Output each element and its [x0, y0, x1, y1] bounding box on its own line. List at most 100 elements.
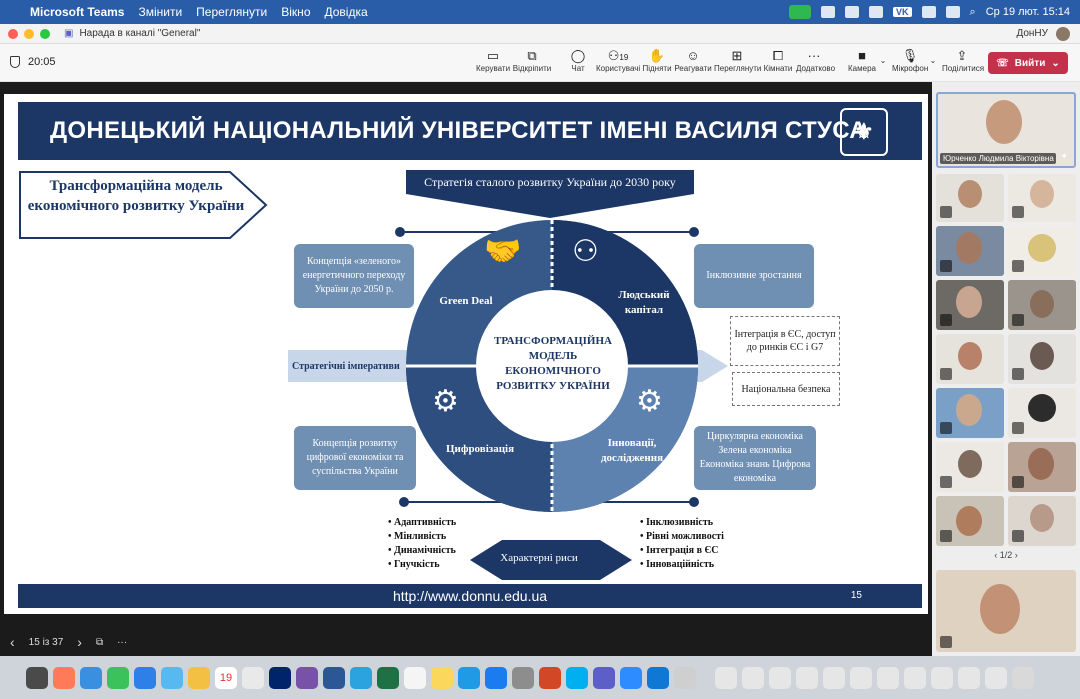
camera-options-icon[interactable]: ⌄ — [878, 56, 888, 65]
pin-icon[interactable]: ✦ — [1060, 151, 1068, 162]
view-button[interactable]: ⊞ Переглянути — [714, 48, 761, 73]
battery-icon[interactable] — [921, 6, 936, 18]
search-icon[interactable]: ⌕ — [970, 6, 976, 19]
wifi-icon[interactable] — [945, 6, 960, 18]
mic-button[interactable]: 🎙 Мікрофон — [892, 48, 928, 73]
unpin-button[interactable]: ⧉ Відкріпити — [512, 48, 552, 73]
zoom-icon[interactable] — [620, 666, 642, 689]
status-icon[interactable] — [869, 6, 884, 18]
participant-tile[interactable] — [936, 174, 1004, 222]
chrome-icon[interactable] — [242, 666, 264, 689]
status-icon[interactable] — [821, 6, 836, 18]
photoshop-icon[interactable] — [269, 666, 291, 689]
leave-button[interactable]: ☏ Вийти ⌄ — [988, 52, 1068, 74]
powerpoint-icon[interactable] — [539, 666, 561, 689]
telegram-icon[interactable] — [350, 666, 372, 689]
menu-help[interactable]: Довідка — [325, 5, 368, 19]
avatar[interactable] — [1056, 26, 1070, 41]
trash-icon[interactable] — [1012, 666, 1034, 689]
window-thumbnail[interactable] — [823, 666, 845, 689]
mic-options-icon[interactable]: ⌄ — [928, 56, 938, 65]
maps-icon[interactable] — [161, 666, 183, 689]
participant-tile[interactable] — [1008, 442, 1076, 492]
minimize-window-button[interactable] — [24, 28, 34, 39]
messages-icon[interactable] — [107, 666, 129, 689]
participant-tile[interactable] — [936, 226, 1004, 276]
freeform-icon[interactable] — [458, 666, 480, 689]
mic-off-icon — [940, 260, 952, 272]
rooms-button[interactable]: ⧠ Кімнати — [762, 48, 794, 73]
participant-tile[interactable] — [936, 280, 1004, 330]
next-page-icon[interactable]: › — [1015, 550, 1018, 560]
participant-tile[interactable] — [1008, 280, 1076, 330]
viber-icon[interactable] — [296, 666, 318, 689]
participant-tile[interactable] — [936, 442, 1004, 492]
launchpad-icon[interactable] — [53, 666, 75, 689]
mail-icon[interactable] — [134, 666, 156, 689]
participant-tile[interactable] — [936, 388, 1004, 438]
window-thumbnail[interactable] — [904, 666, 926, 689]
preview-icon[interactable] — [674, 666, 696, 689]
share-button[interactable]: ⇪ Поділитися — [942, 48, 984, 73]
raise-hand-button[interactable]: ✋ Підняти — [642, 48, 672, 73]
participant-tile[interactable] — [1008, 334, 1076, 384]
chat-button[interactable]: ◯ Чат — [566, 48, 590, 73]
reminders-icon[interactable] — [404, 666, 426, 689]
menu-edit[interactable]: Змінити — [138, 5, 182, 19]
previous-slide-icon[interactable]: ‹ — [10, 634, 15, 650]
button-label: Додатково — [796, 64, 836, 73]
outlook-icon[interactable] — [647, 666, 669, 689]
word-icon[interactable] — [323, 666, 345, 689]
participant-tile[interactable] — [936, 496, 1004, 546]
window-thumbnail[interactable] — [796, 666, 818, 689]
window-thumbnail[interactable] — [958, 666, 980, 689]
zoom-window-button[interactable] — [40, 28, 50, 39]
list-item: Інклюзивність — [640, 516, 724, 530]
featured-participant-tile[interactable]: Юрченко Людмила Вікторівна ✦ — [936, 92, 1076, 168]
window-thumbnail[interactable] — [850, 666, 872, 689]
people-button[interactable]: ⚇19 Користувачі — [596, 48, 640, 73]
window-thumbnail[interactable] — [877, 666, 899, 689]
camera-status-icon[interactable] — [789, 5, 812, 19]
close-window-button[interactable] — [8, 28, 18, 39]
button-label: Реагувати — [674, 64, 712, 73]
camera-button[interactable]: ■ Камера — [846, 48, 878, 73]
participant-tile[interactable] — [1008, 226, 1076, 276]
participant-tile[interactable] — [1008, 174, 1076, 222]
rooms-icon: ⧠ — [772, 48, 784, 63]
app-menu[interactable]: Microsoft Teams — [30, 5, 124, 19]
more-button[interactable]: ··· Додатково — [796, 48, 836, 73]
window-thumbnail[interactable] — [931, 666, 953, 689]
menu-view[interactable]: Переглянути — [196, 5, 267, 19]
photos-icon[interactable] — [188, 666, 210, 689]
teams-icon[interactable] — [593, 666, 615, 689]
participant-tile[interactable] — [1008, 496, 1076, 546]
window-thumbnail[interactable] — [715, 666, 737, 689]
status-icon[interactable] — [845, 6, 860, 18]
list-item: Інтеграція в ЄС — [640, 544, 724, 558]
menu-window[interactable]: Вікно — [281, 5, 310, 19]
react-button[interactable]: ☺ Реагувати — [674, 48, 712, 73]
clock[interactable]: Ср 19 лют. 15:14 — [986, 6, 1070, 18]
manage-button[interactable]: ▭ Керувати — [476, 48, 510, 73]
vk-icon[interactable]: VK — [893, 7, 912, 17]
participant-tile[interactable] — [1008, 388, 1076, 438]
next-slide-icon[interactable]: › — [77, 634, 82, 650]
participant-tile[interactable] — [936, 334, 1004, 384]
excel-icon[interactable] — [377, 666, 399, 689]
notes-icon[interactable] — [431, 666, 453, 689]
org-name: ДонНУ — [1016, 28, 1048, 39]
skype-icon[interactable] — [566, 666, 588, 689]
slide-grid-icon[interactable]: ⧉ — [96, 637, 103, 648]
calendar-icon[interactable]: 19 — [215, 666, 237, 689]
system-settings-icon[interactable] — [512, 666, 534, 689]
slide-page-number: 15 — [850, 590, 862, 601]
more-icon[interactable]: ··· — [117, 637, 127, 648]
window-thumbnail[interactable] — [985, 666, 1007, 689]
self-view-tile[interactable] — [936, 570, 1076, 652]
safari-icon[interactable] — [80, 666, 102, 689]
window-thumbnail[interactable] — [742, 666, 764, 689]
finder-icon[interactable] — [26, 666, 48, 689]
app-store-icon[interactable] — [485, 666, 507, 689]
window-thumbnail[interactable] — [769, 666, 791, 689]
